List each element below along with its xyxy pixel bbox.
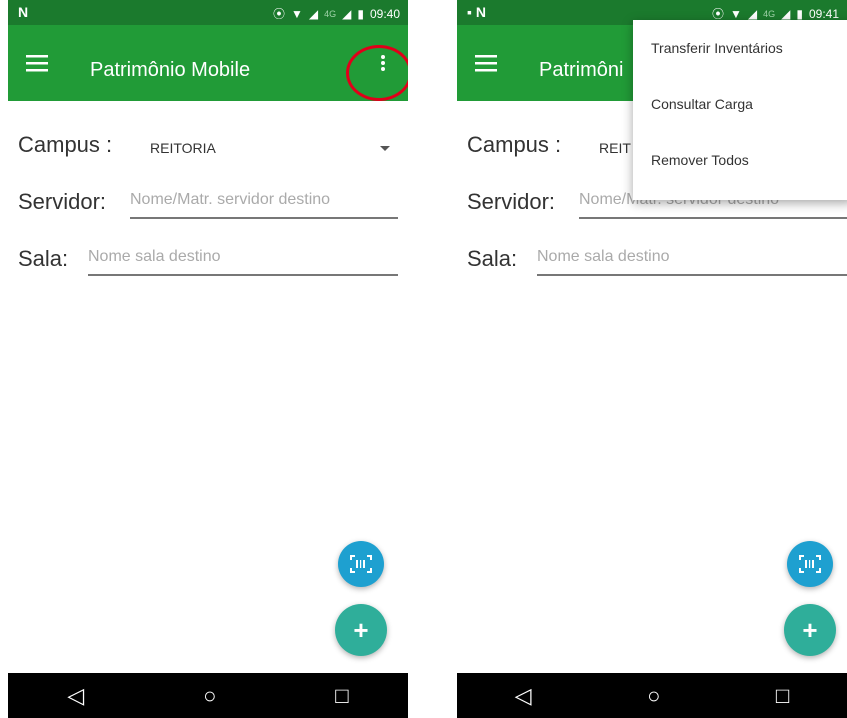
phone-screen-right: ▪ N ⦿ ▼ ◢ 4G ◢ ▮ 09:41 Patrimôni Campus … (457, 0, 847, 718)
transfer-form: Campus : REITORIA Servidor: Nome/Matr. s… (18, 132, 398, 303)
campus-select[interactable]: REITORIA (150, 140, 216, 156)
signal-icon-2: ◢ (342, 6, 352, 21)
image-icon: ▪ (467, 4, 472, 20)
menu-item-remover-todos[interactable]: Remover Todos (633, 132, 847, 188)
back-nav-icon[interactable]: ◁ (67, 683, 84, 709)
clock: 09:41 (808, 6, 839, 21)
campus-label: Campus : (467, 132, 562, 157)
clock: 09:40 (369, 6, 400, 21)
back-nav-icon[interactable]: ◁ (515, 683, 532, 709)
scan-barcode-button[interactable] (787, 541, 833, 587)
campus-select[interactable]: REIT (599, 140, 631, 156)
sala-row: Sala: Nome sala destino (18, 246, 398, 303)
dropdown-arrow-icon[interactable] (380, 146, 390, 151)
battery-icon: ▮ (357, 6, 364, 21)
vibrate-icon: ⦿ (272, 7, 285, 21)
overflow-popup-menu: Transferir Inventários Consultar Carga R… (633, 20, 847, 200)
app-title: Patrimôni (539, 59, 624, 81)
menu-item-transferir-inventarios[interactable]: Transferir Inventários (633, 20, 847, 76)
sala-label: Sala: (18, 246, 69, 271)
recent-apps-icon[interactable]: □ (776, 683, 789, 709)
recent-apps-icon[interactable]: □ (335, 683, 348, 709)
servidor-label: Servidor: (18, 189, 107, 214)
status-bar: N ⦿ ▼ ◢ 4G ◢ ▮ 09:40 (8, 0, 408, 25)
notification-icons: ▪ N (467, 4, 486, 20)
hamburger-menu-icon[interactable] (26, 52, 48, 74)
brand-icon: N (475, 4, 486, 20)
add-button[interactable]: + (784, 604, 836, 656)
scan-barcode-button[interactable] (338, 541, 384, 587)
battery-icon: ▮ (796, 6, 803, 21)
status-icons: ⦿ ▼ ◢ 4G ◢ ▮ 09:40 (273, 5, 400, 22)
menu-item-consultar-carga[interactable]: Consultar Carga (633, 76, 847, 132)
phone-screen-left: N ⦿ ▼ ◢ 4G ◢ ▮ 09:40 Patrimônio Mobile C… (8, 0, 408, 718)
brand-icon: N (18, 4, 29, 20)
barcode-scan-icon (350, 555, 372, 573)
campus-label: Campus : (18, 132, 113, 157)
servidor-label: Servidor: (467, 189, 556, 214)
sala-input[interactable]: Nome sala destino (88, 248, 398, 276)
sala-label: Sala: (467, 246, 518, 271)
hamburger-menu-icon[interactable] (475, 52, 497, 74)
home-nav-icon[interactable]: ○ (203, 683, 216, 709)
network-type: 4G (763, 8, 776, 19)
wifi-icon: ▼ (729, 6, 742, 21)
highlight-circle (346, 45, 408, 101)
wifi-icon: ▼ (290, 6, 303, 21)
system-nav-bar: ◁ ○ □ (457, 673, 847, 718)
signal-icon-2: ◢ (781, 6, 791, 21)
barcode-scan-icon (799, 555, 821, 573)
app-toolbar: Patrimônio Mobile (8, 25, 408, 101)
home-nav-icon[interactable]: ○ (647, 683, 660, 709)
servidor-input[interactable]: Nome/Matr. servidor destino (130, 191, 398, 219)
servidor-row: Servidor: Nome/Matr. servidor destino (18, 189, 398, 246)
system-nav-bar: ◁ ○ □ (8, 673, 408, 718)
signal-icon: ◢ (747, 6, 758, 21)
signal-icon: ◢ (308, 6, 319, 21)
network-type: 4G (324, 8, 337, 19)
app-title: Patrimônio Mobile (90, 59, 251, 81)
sala-input[interactable]: Nome sala destino (537, 248, 847, 276)
add-button[interactable]: + (335, 604, 387, 656)
sala-row: Sala: Nome sala destino (467, 246, 847, 303)
campus-row: Campus : REITORIA (18, 132, 398, 189)
